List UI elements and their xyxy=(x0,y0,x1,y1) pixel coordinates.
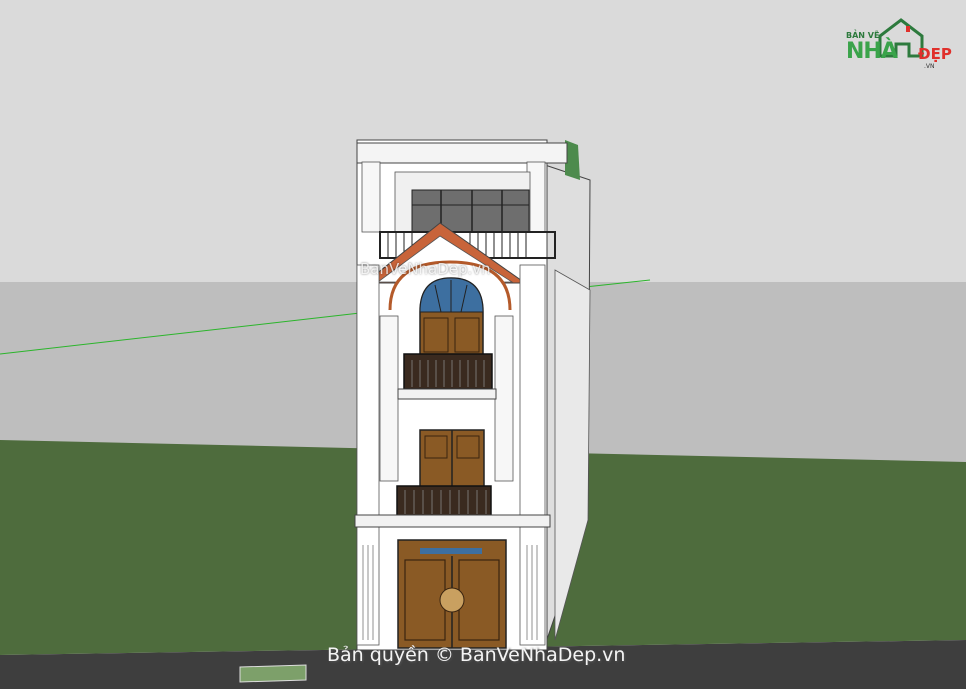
logo-domain-text: .VN xyxy=(924,63,935,70)
center-watermark: BanVeNhaDep.vn xyxy=(360,260,491,278)
copyright-watermark: Bản quyền © BanVeNhaDep.vn xyxy=(327,644,626,666)
column-left xyxy=(379,315,399,482)
door-ornament xyxy=(439,587,465,613)
scene-canvas xyxy=(0,0,966,689)
pilaster-right xyxy=(519,264,546,646)
top-cornice xyxy=(356,142,568,164)
transom-window xyxy=(420,548,482,554)
road-marker xyxy=(239,664,307,683)
logo-accent-text: ĐẸP xyxy=(918,45,952,63)
upper-balcony-railing xyxy=(403,353,493,390)
column-right xyxy=(494,315,514,482)
upper-balcony-slab xyxy=(397,388,497,400)
ground-floor-cornice xyxy=(354,514,551,528)
logo-big-text: NHÀ xyxy=(846,39,898,64)
top-window xyxy=(411,189,530,233)
sketchup-viewport: BanVeNhaDep.vn BẢN VẼ NHÀ ĐẸP .VN Bản qu… xyxy=(0,0,966,689)
top-column-left xyxy=(361,161,381,233)
site-logo: BẢN VẼ NHÀ ĐẸP .VN xyxy=(846,14,956,70)
